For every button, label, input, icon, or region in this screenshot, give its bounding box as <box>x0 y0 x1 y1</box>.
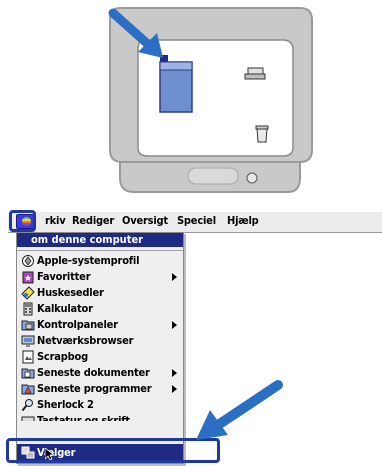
menu-item-tastatur-og-skrift[interactable]: Tastatur og skrift <box>17 413 183 421</box>
menu-oversigt[interactable]: Oversigt <box>122 214 168 227</box>
menu-item-label: Kalkulator <box>37 302 93 315</box>
submenu-arrow-icon <box>172 385 177 393</box>
menu-item-label: Favoritter <box>37 270 91 283</box>
apple-menu-dropdown: om denne computer Apple-systemprofil Fav… <box>16 232 184 464</box>
menu-item-label: Huskesedler <box>37 286 104 299</box>
calculator-icon <box>23 302 33 316</box>
menu-hjaelp[interactable]: Hjælp <box>227 214 259 227</box>
menu-item-label: Tastatur og skrift <box>37 414 130 421</box>
menu-item-scrapbog[interactable]: Scrapbog <box>17 349 183 365</box>
favorites-icon <box>22 271 34 284</box>
menu-divider <box>17 250 183 251</box>
profile-icon <box>22 255 34 267</box>
menu-item-kalkulator[interactable]: Kalkulator <box>17 301 183 317</box>
network-icon <box>21 335 35 347</box>
imac-illustration <box>108 7 313 193</box>
about-this-computer-item[interactable]: om denne computer <box>17 233 183 247</box>
power-button-thumbnail <box>246 172 258 184</box>
menu-item-label: Apple-systemprofil <box>37 254 140 267</box>
menu-item-label: Sherlock 2 <box>37 398 94 411</box>
menu-item-netvaerksbrowser[interactable]: Netværksbrowser <box>17 333 183 349</box>
menu-item-label: Netværksbrowser <box>37 334 134 347</box>
menu-item-label: Scrapbog <box>37 350 89 363</box>
menu-item-label: Seneste programmer <box>37 382 152 395</box>
menu-arkiv[interactable]: rkiv <box>45 214 66 227</box>
keyboard-icon <box>21 416 35 421</box>
control-panels-icon <box>21 320 35 331</box>
recent-apps-icon <box>21 384 35 395</box>
menu-item-apple-systemprofil[interactable]: Apple-systemprofil <box>17 253 183 269</box>
menu-item-seneste-dokumenter[interactable]: Seneste dokumenter <box>17 365 183 381</box>
menu-item-seneste-programmer[interactable]: Seneste programmer <box>17 381 183 397</box>
scrapbook-icon <box>22 350 34 364</box>
trash-thumbnail <box>256 127 268 143</box>
menu-item-huskesedler[interactable]: Huskesedler <box>17 285 183 301</box>
recent-docs-icon <box>21 368 35 379</box>
menu-bar: rkiv Rediger Oversigt Speciel Hjælp <box>8 212 382 233</box>
submenu-arrow-icon <box>172 273 177 281</box>
notes-icon <box>21 286 35 300</box>
about-this-computer-label: om denne computer <box>31 233 144 246</box>
submenu-arrow-icon <box>172 321 177 329</box>
menu-item-favoritter[interactable]: Favoritter <box>17 269 183 285</box>
menu-speciel[interactable]: Speciel <box>177 214 216 227</box>
sherlock-icon <box>21 399 33 412</box>
menu-item-kontrolpaneler[interactable]: Kontrolpaneler <box>17 317 183 333</box>
submenu-arrow-icon <box>172 369 177 377</box>
menu-rediger[interactable]: Rediger <box>72 214 114 227</box>
pointer-arrow-bottom <box>196 380 283 440</box>
menu-item-label: Seneste dokumenter <box>37 366 150 379</box>
menu-item-sherlock[interactable]: Sherlock 2 <box>17 397 183 413</box>
menu-item-label: Kontrolpaneler <box>37 318 118 331</box>
apple-menu-highlight <box>9 210 36 232</box>
